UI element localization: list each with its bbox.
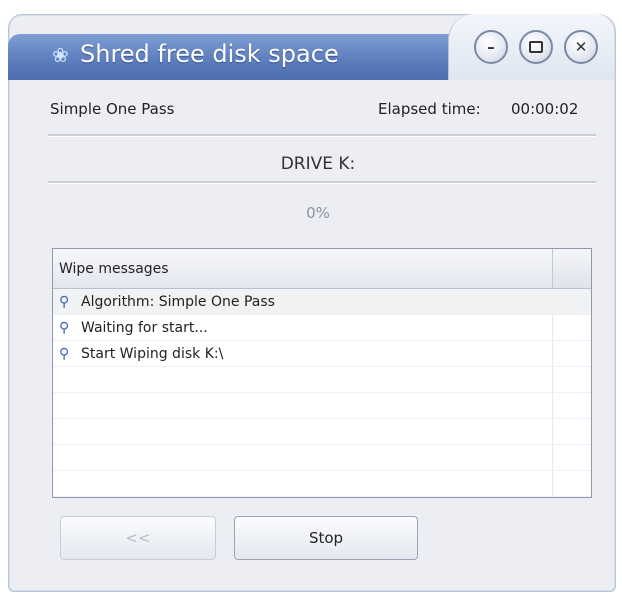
back-button[interactable]: << (60, 516, 216, 560)
minimize-icon: – (487, 38, 495, 56)
wipe-messages-list[interactable]: Wipe messages ⚲ Algorithm: Simple One Pas… (52, 248, 592, 498)
dialog-content: Simple One Pass Elapsed time: 00:00:02 D… (40, 80, 596, 580)
status-row: Simple One Pass Elapsed time: 00:00:02 (50, 100, 586, 124)
empty-row (53, 471, 591, 497)
message-text: Waiting for start... (81, 320, 208, 336)
shred-app-icon: ❀ (52, 43, 69, 67)
window-title: Shred free disk space (80, 40, 339, 68)
divider (48, 181, 596, 184)
maximize-button[interactable] (519, 30, 553, 64)
list-item[interactable]: ⚲ Start Wiping disk K:\ (53, 341, 591, 367)
algorithm-label: Simple One Pass (50, 100, 175, 118)
minimize-button[interactable]: – (474, 30, 508, 64)
drive-label: DRIVE K: (280, 154, 356, 174)
elapsed-time-value: 00:00:02 (511, 100, 579, 118)
progress-percent: 0% (306, 204, 330, 222)
list-header[interactable]: Wipe messages (53, 249, 591, 289)
empty-row (53, 445, 591, 471)
info-key-icon: ⚲ (59, 320, 70, 336)
list-item[interactable]: ⚲ Waiting for start... (53, 315, 591, 341)
message-text: Start Wiping disk K:\ (81, 346, 224, 362)
divider (48, 134, 596, 137)
list-rows: ⚲ Algorithm: Simple One Pass ⚲ Waiting for… (53, 289, 591, 497)
column-header-wipe-messages: Wipe messages (59, 261, 169, 277)
close-icon: ✕ (574, 38, 588, 56)
empty-row (53, 367, 591, 393)
stop-button[interactable]: Stop (234, 516, 418, 560)
info-key-icon: ⚲ (59, 346, 70, 362)
maximize-icon (529, 41, 543, 53)
close-button[interactable]: ✕ (564, 30, 598, 64)
elapsed-time-label: Elapsed time: (378, 100, 481, 118)
info-key-icon: ⚲ (59, 294, 70, 310)
empty-row (53, 393, 591, 419)
list-header-filler (552, 249, 591, 288)
list-item[interactable]: ⚲ Algorithm: Simple One Pass (53, 289, 591, 315)
empty-row (53, 419, 591, 445)
message-text: Algorithm: Simple One Pass (81, 294, 275, 310)
